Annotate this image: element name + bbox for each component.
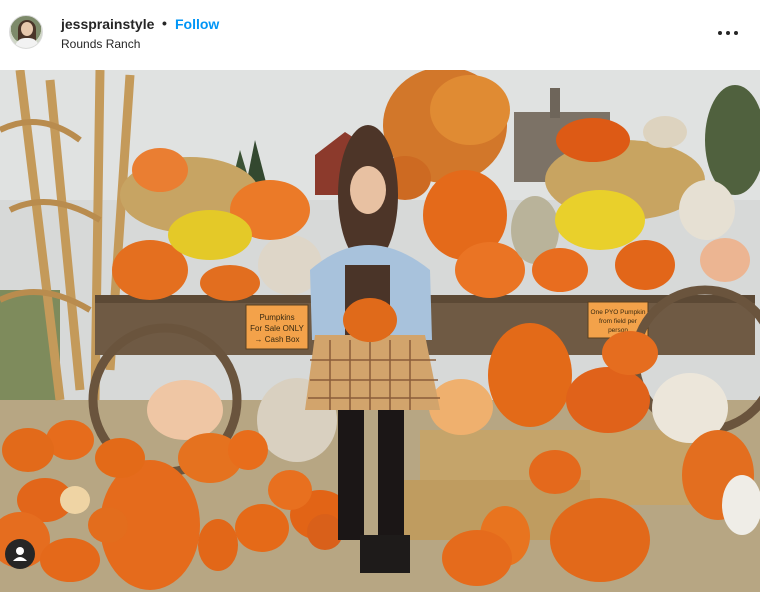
avatar[interactable]: [9, 15, 43, 49]
more-options-icon[interactable]: [716, 22, 740, 42]
sign-right-line-1: One PYO Pumpkin: [591, 309, 646, 316]
location-link[interactable]: Rounds Ranch: [61, 37, 140, 51]
follow-button[interactable]: Follow: [175, 16, 219, 32]
sign-left-line-3: → Cash Box: [255, 335, 300, 344]
post-photo[interactable]: Pumpkins For Sale ONLY → Cash Box One PY…: [0, 70, 760, 592]
sign-left-line-2: For Sale ONLY: [250, 324, 304, 333]
sign-right-line-2: from field per: [599, 318, 638, 325]
post-header: jessprainstyle • Follow Rounds Ranch: [0, 0, 760, 70]
user-tag-icon[interactable]: [5, 539, 35, 569]
username-link[interactable]: jessprainstyle: [61, 16, 154, 32]
separator-dot: •: [162, 15, 167, 31]
sign-left-line-1: Pumpkins: [259, 313, 294, 322]
